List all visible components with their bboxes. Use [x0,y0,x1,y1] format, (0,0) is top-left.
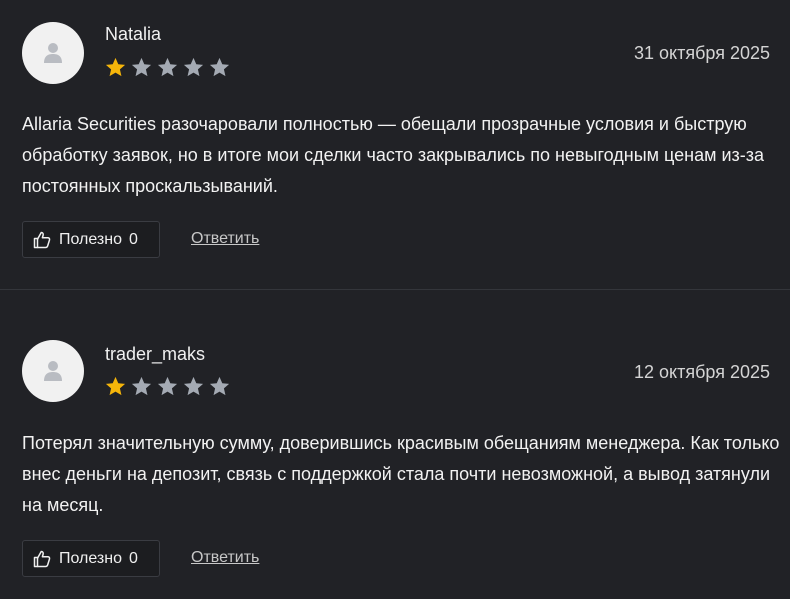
star-icon [104,375,127,398]
user-icon [44,361,62,381]
star-rating [104,56,231,79]
review-card: trader_maks 12 октября 2025 Потерял знач… [0,290,790,599]
helpful-label: Полезно [59,549,122,567]
user-icon [44,43,62,63]
star-icon [130,56,153,79]
review-author: trader_maks [105,344,206,364]
reply-link[interactable]: Ответить [191,230,259,248]
helpful-count: 0 [129,549,138,567]
star-icon [104,56,127,79]
review-text: Потерял значительную сумму, доверившись … [22,433,780,515]
helpful-button[interactable]: Полезно 0 [22,221,160,258]
avatar [22,340,84,402]
avatar [22,22,84,84]
review-date: 12 октября 2025 [633,362,770,382]
helpful-count: 0 [129,230,138,248]
thumbs-up-icon [33,550,51,568]
star-icon [156,375,179,398]
review-text: Allaria Securities разочаровали полность… [22,114,765,196]
star-icon [208,375,231,398]
reply-link[interactable]: Ответить [191,549,259,567]
star-icon [156,56,179,79]
star-icon [208,56,231,79]
helpful-button[interactable]: Полезно 0 [22,540,160,577]
review-author: Natalia [105,24,162,44]
thumbs-up-icon [33,231,51,249]
star-icon [182,375,205,398]
helpful-label: Полезно [59,230,122,248]
review-card: Natalia 31 октября 2025 Allaria Securiti… [0,0,790,289]
star-icon [182,56,205,79]
star-rating [104,375,231,398]
review-date: 31 октября 2025 [633,43,770,63]
star-icon [130,375,153,398]
